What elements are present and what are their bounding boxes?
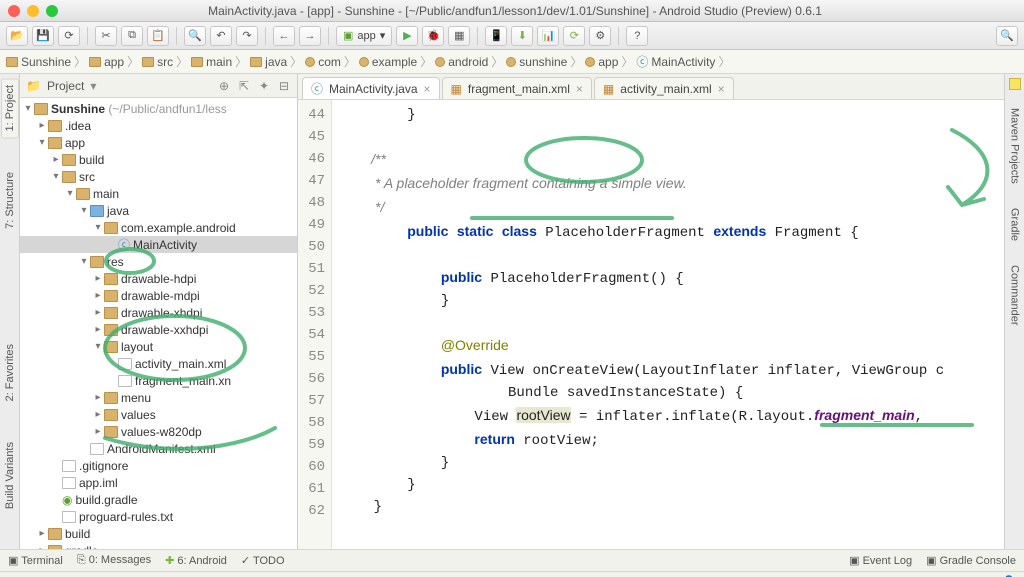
tool-structure[interactable]: 7: Structure [2, 166, 18, 235]
hide-icon[interactable]: ⊟ [277, 79, 291, 93]
run-config-selector[interactable]: ▣app▾ [336, 26, 392, 46]
close-tab-icon[interactable]: × [576, 82, 583, 96]
tool-commander[interactable]: Commander [1007, 259, 1023, 332]
forward-button[interactable]: → [299, 26, 321, 46]
window-titlebar: MainActivity.java - [app] - Sunshine - [… [0, 0, 1024, 22]
run-config-label: app [357, 30, 375, 42]
navigation-bar[interactable]: Sunshine〉 app〉 src〉 main〉 java〉 com〉 exa… [0, 50, 1024, 74]
collapse-all-icon[interactable]: ⇱ [237, 79, 251, 93]
editor-tab[interactable]: ⓒMainActivity.java× [302, 77, 440, 99]
code-editor[interactable]: } /** * A placeholder fragment containin… [332, 100, 1004, 549]
sync-button[interactable]: ⟳ [58, 26, 80, 46]
inspection-indicator-icon[interactable] [1009, 78, 1021, 90]
tool-favorites[interactable]: 2: Favorites [2, 338, 18, 407]
tool-maven[interactable]: Maven Projects [1007, 102, 1023, 190]
copy-button[interactable]: ⧉ [121, 26, 143, 46]
help-button[interactable]: ? [626, 26, 648, 46]
project-panel-title: Project [47, 79, 84, 93]
redo-button[interactable]: ↷ [236, 26, 258, 46]
left-tool-stripe: 1: Project 7: Structure 2: Favorites Bui… [0, 74, 20, 549]
minimize-icon[interactable] [27, 5, 39, 17]
monitor-button[interactable]: 📊 [537, 26, 559, 46]
tool-gradle[interactable]: Gradle [1007, 202, 1023, 247]
paste-button[interactable]: 📋 [147, 26, 169, 46]
editor-area: ⓒMainActivity.java× ▦fragment_main.xml× … [298, 74, 1004, 549]
tool-android[interactable]: ✚ 6: Android [165, 554, 227, 567]
project-tool-window: 📁Project▾ ⊕ ⇱ ✦ ⊟ ▾Sunshine (~/Public/an… [20, 74, 298, 549]
zoom-icon[interactable] [46, 5, 58, 17]
editor-tabs: ⓒMainActivity.java× ▦fragment_main.xml× … [298, 74, 1004, 100]
editor-tab[interactable]: ▦fragment_main.xml× [442, 77, 592, 99]
avd-button[interactable]: 📱 [485, 26, 507, 46]
search-everywhere-button[interactable]: 🔍 [996, 26, 1018, 46]
scroll-from-source-icon[interactable]: ⊕ [217, 79, 231, 93]
tool-messages[interactable]: ⎘ 0: Messages [77, 554, 151, 567]
window-title: MainActivity.java - [app] - Sunshine - [… [66, 4, 964, 18]
open-button[interactable]: 📂 [6, 26, 28, 46]
project-panel-header: 📁Project▾ ⊕ ⇱ ✦ ⊟ [20, 74, 297, 98]
tool-build-variants[interactable]: Build Variants [2, 436, 18, 515]
tree-selected-item: ⓒMainActivity [20, 236, 297, 253]
run-button[interactable]: ▶ [396, 26, 418, 46]
sync-gradle-button[interactable]: ⟳ [563, 26, 585, 46]
debug-button[interactable]: 🐞 [422, 26, 444, 46]
cut-button[interactable]: ✂ [95, 26, 117, 46]
attach-button[interactable]: ▦ [448, 26, 470, 46]
close-tab-icon[interactable]: × [424, 82, 431, 96]
status-bar: ▫ Gradle build finished in 18 sec (27 mi… [0, 571, 1024, 577]
tool-todo[interactable]: ✓ TODO [241, 554, 285, 567]
save-button[interactable]: 💾 [32, 26, 54, 46]
line-number-gutter[interactable]: 44 45 46 47 48 49 50 51 52 53 54 55 56 5… [298, 100, 332, 549]
back-button[interactable]: ← [273, 26, 295, 46]
close-tab-icon[interactable]: × [718, 82, 725, 96]
settings-icon[interactable]: ✦ [257, 79, 271, 93]
right-tool-stripe: Maven Projects Gradle Commander [1004, 74, 1024, 549]
close-icon[interactable] [8, 5, 20, 17]
project-structure-button[interactable]: ⚙ [589, 26, 611, 46]
find-button[interactable]: 🔍 [184, 26, 206, 46]
tool-terminal[interactable]: ▣ Terminal [8, 554, 63, 567]
tool-event-log[interactable]: ▣ Event Log [849, 554, 912, 567]
tool-gradle-console[interactable]: ▣ Gradle Console [926, 554, 1016, 567]
project-tree[interactable]: ▾Sunshine (~/Public/andfun1/less ▸.idea … [20, 98, 297, 549]
bottom-tool-stripe: ▣ Terminal ⎘ 0: Messages ✚ 6: Android ✓ … [0, 549, 1024, 571]
window-controls [0, 5, 66, 17]
editor-tab[interactable]: ▦activity_main.xml× [594, 77, 734, 99]
undo-button[interactable]: ↶ [210, 26, 232, 46]
main-toolbar: 📂 💾 ⟳ ✂ ⧉ 📋 🔍 ↶ ↷ ← → ▣app▾ ▶ 🐞 ▦ 📱 ⬇ 📊 … [0, 22, 1024, 50]
tool-project[interactable]: 1: Project [1, 78, 19, 138]
sdk-button[interactable]: ⬇ [511, 26, 533, 46]
